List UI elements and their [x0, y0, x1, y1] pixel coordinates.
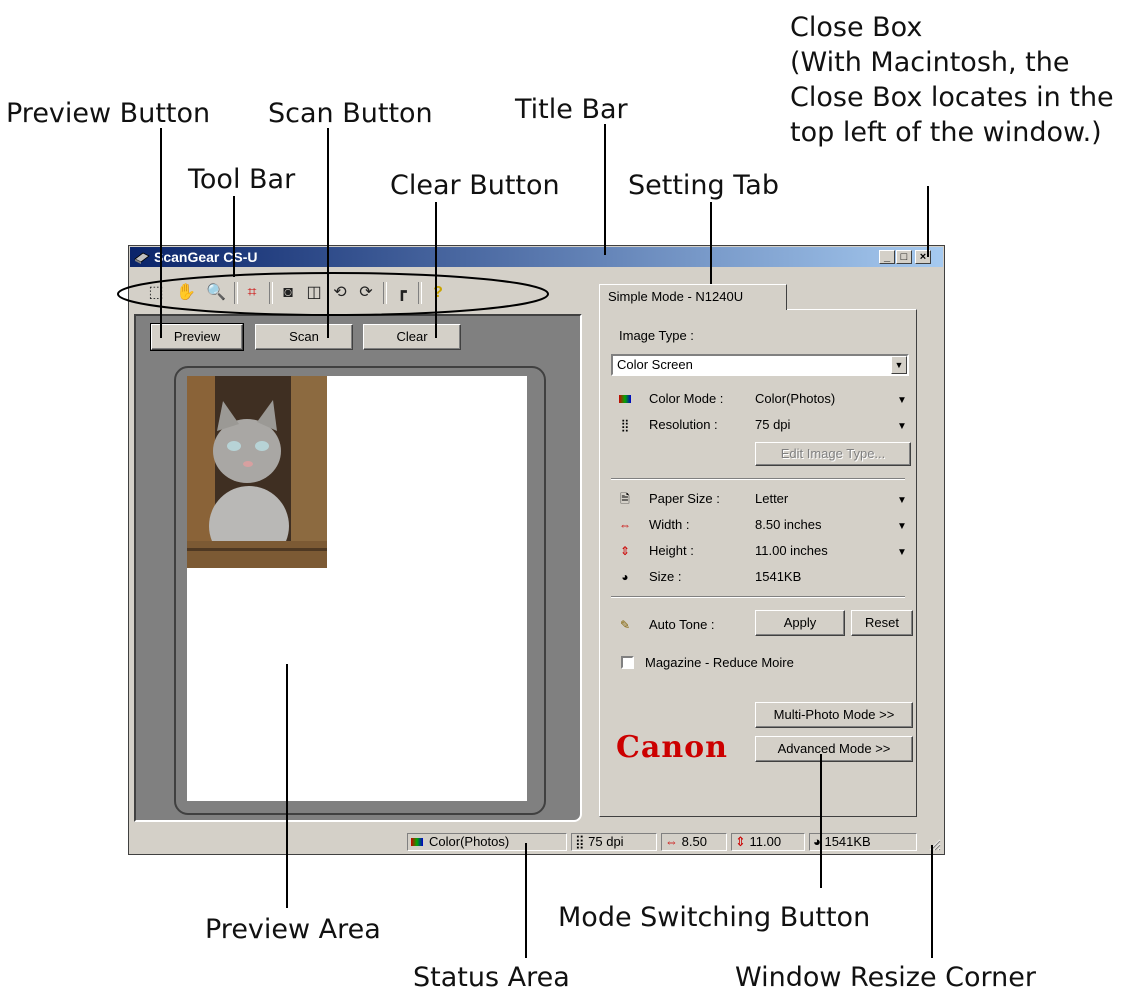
callout-clear-button: Clear Button: [390, 170, 560, 201]
callout-tool-bar: Tool Bar: [188, 164, 296, 195]
height-value[interactable]: 11.00 inches: [755, 543, 828, 558]
callout-scan-button: Scan Button: [268, 98, 433, 129]
height-icon: ⇕: [619, 544, 631, 558]
callout-preview-button: Preview Button: [6, 98, 211, 129]
toolbar-separator: [418, 282, 422, 304]
width-icon: ⇔: [619, 518, 631, 532]
toolbar-separator: [269, 282, 273, 304]
resize-grip-icon[interactable]: [929, 839, 941, 851]
color-mode-dropdown-icon[interactable]: ▼: [897, 395, 907, 406]
resolution-dropdown-icon[interactable]: ▼: [897, 421, 907, 432]
apply-button[interactable]: Apply: [755, 610, 845, 636]
scan-button[interactable]: Scan: [255, 324, 353, 350]
separator: [611, 596, 905, 598]
height-status-icon: ⇕: [735, 834, 750, 849]
chevron-down-icon[interactable]: ▼: [891, 356, 907, 374]
status-width: ⇔ 8.50: [661, 833, 727, 851]
rotate-left-icon[interactable]: ⟲: [329, 282, 351, 304]
status-height: ⇕ 11.00: [731, 833, 805, 851]
callout-mode-switching: Mode Switching Button: [558, 902, 871, 933]
callout-resize-corner: Window Resize Corner: [735, 962, 1036, 993]
disk-size-icon: ◕: [621, 570, 629, 584]
size-label: Size :: [649, 569, 682, 584]
minimize-button[interactable]: _: [879, 250, 895, 264]
color-mode-status-icon: [411, 838, 423, 846]
image-type-select[interactable]: Color Screen ▼: [611, 354, 909, 376]
edit-image-type-button[interactable]: Edit Image Type...: [755, 442, 911, 466]
size-status-icon: ◕: [813, 834, 825, 849]
width-status-icon: ⇔: [665, 834, 682, 849]
help-icon[interactable]: ?: [427, 282, 449, 304]
size-value: 1541KB: [755, 569, 802, 584]
image-type-label: Image Type :: [619, 328, 694, 343]
callout-status-area: Status Area: [413, 962, 570, 993]
height-label: Height :: [649, 543, 694, 558]
resolution-icon: ⣿: [620, 418, 630, 432]
callout-close-box: Close Box (With Macintosh, the Close Box…: [790, 12, 1114, 148]
scanner-app-icon: [134, 252, 150, 264]
clear-button[interactable]: Clear: [363, 324, 461, 350]
color-mode-icon: [619, 395, 631, 403]
auto-tone-label: Auto Tone :: [649, 617, 715, 632]
callout-setting-tab: Setting Tab: [628, 170, 779, 201]
status-size: ◕ 1541KB: [809, 833, 917, 851]
paper-size-dropdown-icon[interactable]: ▼: [897, 495, 907, 506]
resolution-value[interactable]: 75 dpi: [755, 417, 790, 432]
hand-tool-icon[interactable]: ✋: [175, 282, 197, 304]
close-button[interactable]: ×: [915, 250, 931, 264]
magic-wand-icon: ✎: [619, 618, 631, 632]
tool-bar: ⬚ ✋ 🔍 ⌗ ◙ ◫ ⟲ ⟳ ┏ ?: [133, 276, 583, 306]
advanced-mode-button[interactable]: Advanced Mode >>: [755, 736, 913, 762]
callout-title-bar: Title Bar: [515, 94, 628, 125]
scangear-window: ScanGear CS-U _ □ × ⬚ ✋ 🔍 ⌗ ◙ ◫ ⟲ ⟳ ┏ ? …: [128, 245, 945, 855]
magazine-checkbox[interactable]: [621, 656, 634, 669]
title-bar[interactable]: ScanGear CS-U _ □ ×: [130, 247, 943, 267]
toolbar-separator: [383, 282, 387, 304]
color-mode-value[interactable]: Color(Photos): [755, 391, 835, 406]
canon-logo: Canon: [616, 730, 728, 765]
status-resolution: ⣿ 75 dpi: [571, 833, 657, 851]
resolution-label: Resolution :: [649, 417, 718, 432]
width-value[interactable]: 8.50 inches: [755, 517, 822, 532]
separator: [611, 478, 905, 480]
maximize-button[interactable]: □: [896, 250, 912, 264]
magazine-label: Magazine - Reduce Moire: [645, 655, 794, 670]
window-title: ScanGear CS-U: [154, 249, 258, 265]
width-label: Width :: [649, 517, 690, 532]
paper-size-icon: 🗎: [620, 492, 630, 506]
status-color-mode: Color(Photos): [407, 833, 567, 851]
preview-button[interactable]: Preview: [150, 323, 244, 351]
zoom-tool-icon[interactable]: 🔍: [205, 282, 227, 304]
height-dropdown-icon[interactable]: ▼: [897, 547, 907, 558]
ruler-icon[interactable]: ┏: [391, 282, 413, 304]
width-dropdown-icon[interactable]: ▼: [897, 521, 907, 532]
rotate-right-icon[interactable]: ⟳: [355, 282, 377, 304]
mirror-icon[interactable]: ◫: [303, 282, 325, 304]
toolbar-separator: [234, 282, 238, 304]
auto-crop-icon[interactable]: ⌗: [241, 282, 263, 304]
reset-button[interactable]: Reset: [851, 610, 913, 636]
crop-tool-icon[interactable]: ⬚: [145, 282, 167, 304]
preview-photo-cat: [187, 376, 327, 568]
invert-icon[interactable]: ◙: [277, 282, 299, 304]
paper-size-value[interactable]: Letter: [755, 491, 788, 506]
resolution-status-icon: ⣿: [575, 834, 589, 849]
paper-size-label: Paper Size :: [649, 491, 720, 506]
multi-photo-mode-button[interactable]: Multi-Photo Mode >>: [755, 702, 913, 728]
color-mode-label: Color Mode :: [649, 391, 724, 406]
tab-simple-mode[interactable]: Simple Mode - N1240U: [599, 284, 787, 310]
callout-preview-area: Preview Area: [205, 914, 381, 945]
status-area: Color(Photos) ⣿ 75 dpi ⇔ 8.50 ⇕ 11.00 ◕ …: [130, 831, 943, 853]
settings-panel: Simple Mode - N1240U Image Type : Color …: [591, 276, 941, 826]
image-type-value: Color Screen: [617, 357, 693, 372]
